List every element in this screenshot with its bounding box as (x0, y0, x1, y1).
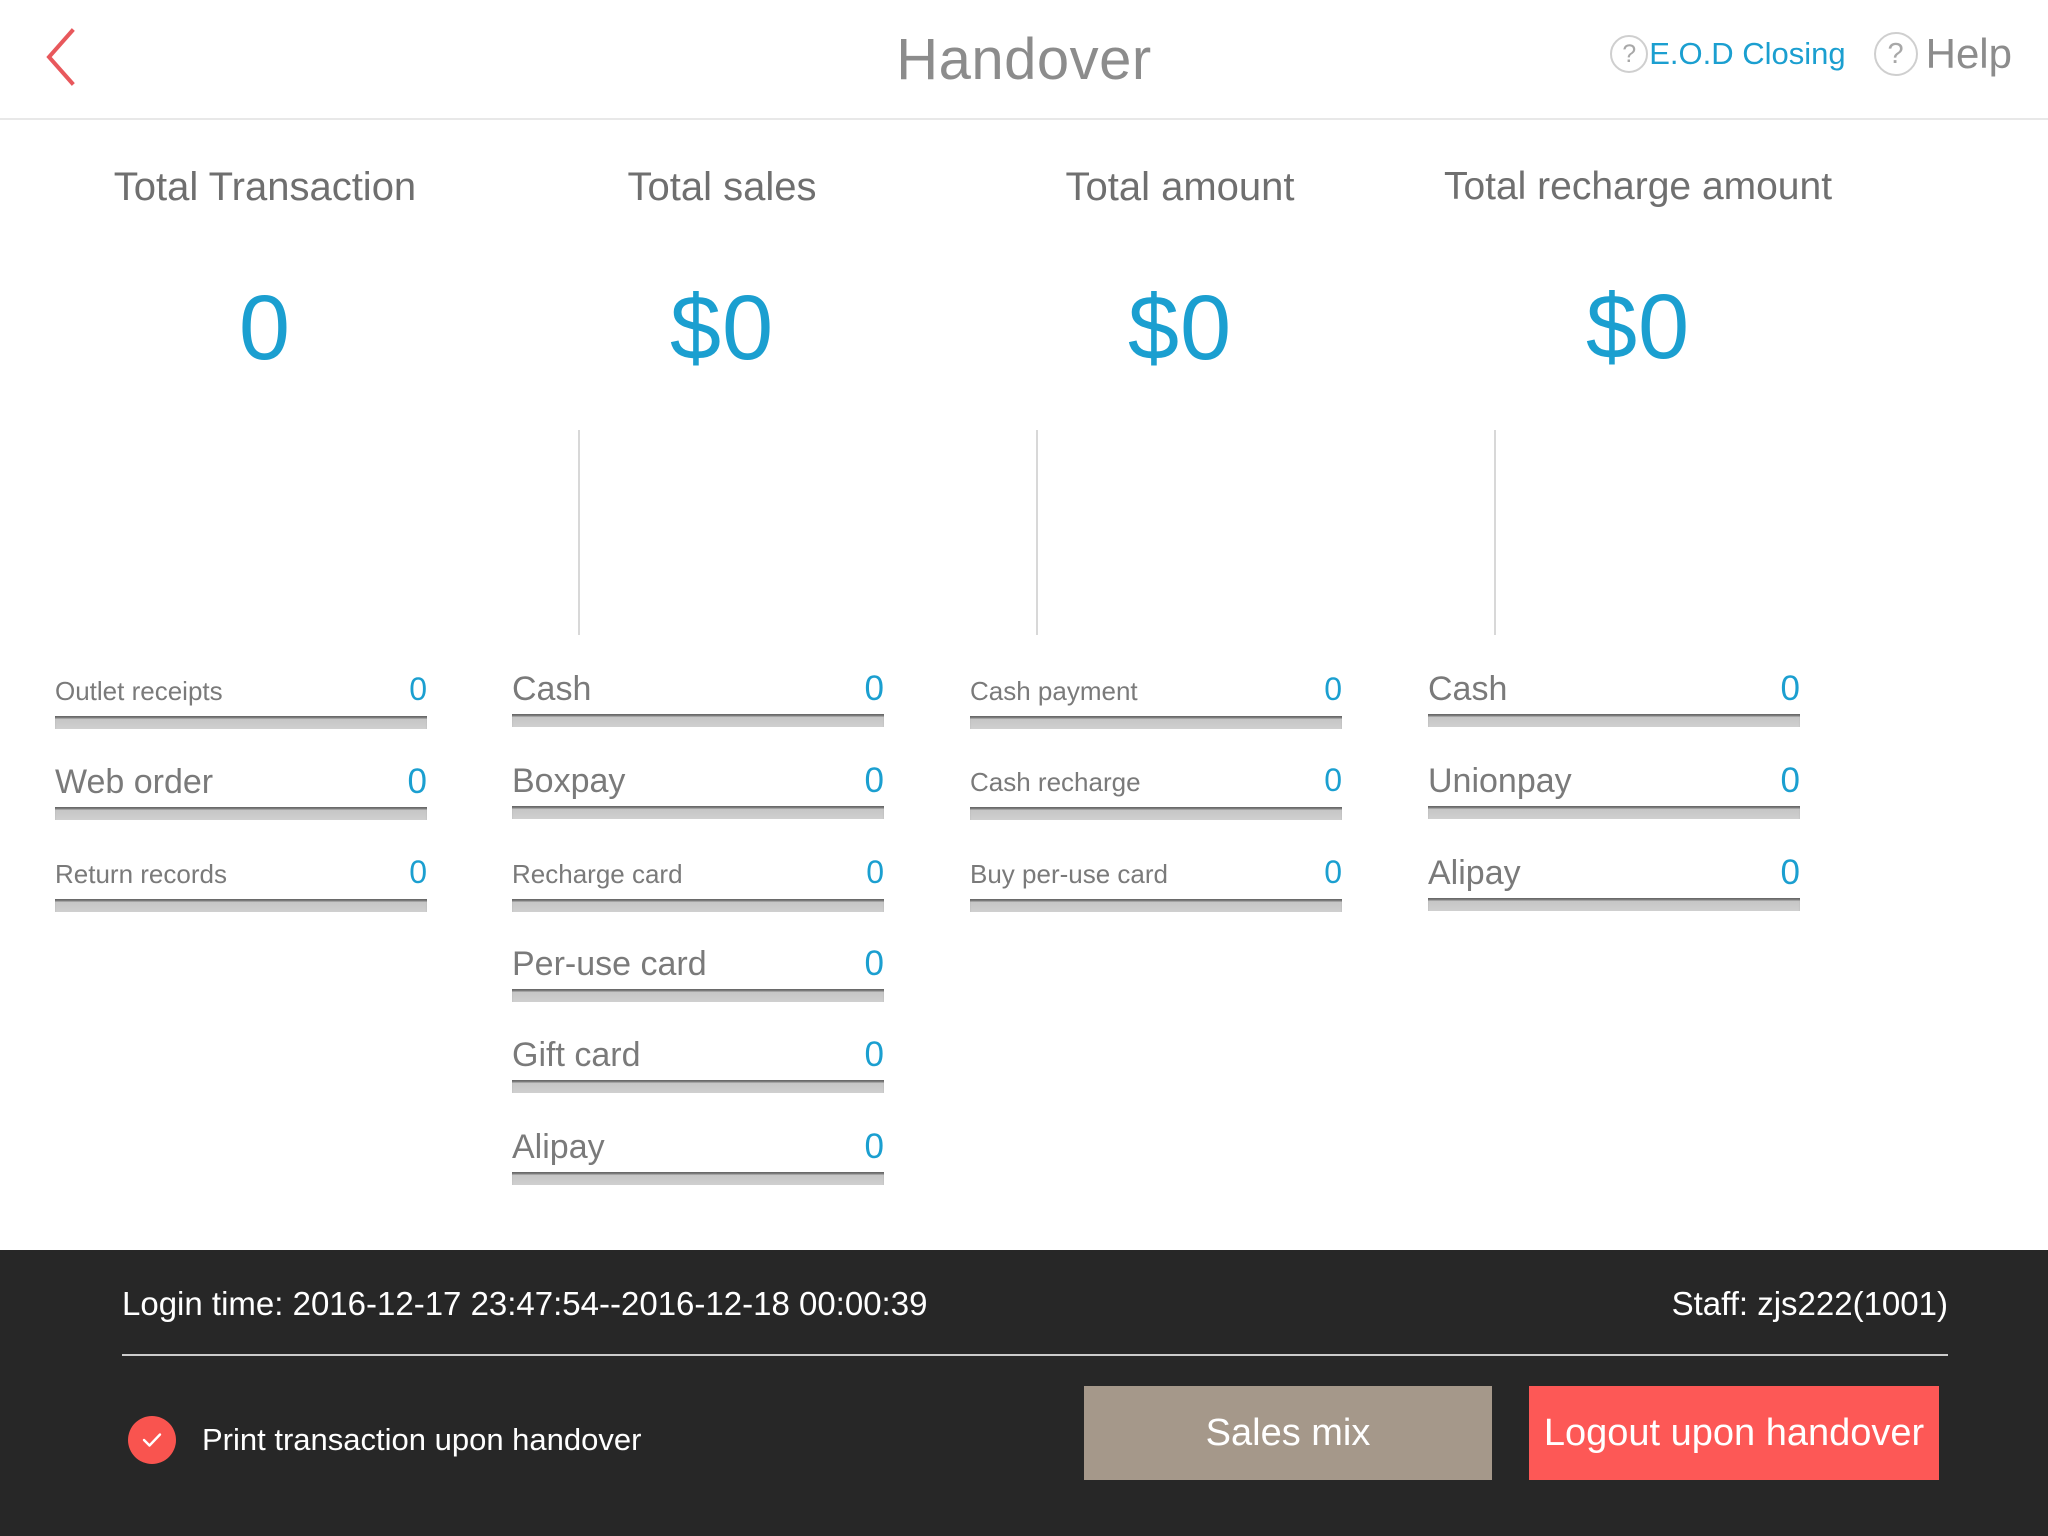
summary-row[interactable]: Unionpay 0 (1428, 761, 1800, 819)
row-label: Outlet receipts (55, 676, 223, 706)
summary-panel: Total Transaction 0 Outlet receipts 0 We… (0, 120, 2048, 1250)
row-progress-bar (55, 716, 427, 729)
check-icon (128, 1416, 176, 1464)
row-value: 0 (1780, 853, 1800, 892)
row-value: 0 (1324, 762, 1342, 798)
row-label: Web order (55, 763, 214, 801)
summary-column-total-recharge-amount: Total recharge amount $0 Cash 0 Unionpay… (1418, 120, 1858, 911)
row-value: 0 (864, 669, 884, 708)
column-title: Total sales (627, 165, 817, 209)
row-label: Alipay (1428, 854, 1521, 892)
column-title: Total Transaction (113, 165, 417, 209)
footer-actions-row: Print transaction upon handover Sales mi… (0, 1354, 2048, 1536)
column-total-value: $0 (1127, 277, 1233, 379)
print-transaction-checkbox[interactable]: Print transaction upon handover (128, 1416, 641, 1464)
row-value: 0 (864, 944, 884, 983)
eod-closing-button[interactable]: ? E.O.D Closing (1610, 35, 1846, 73)
column-divider (1494, 430, 1496, 635)
row-value: 0 (864, 761, 884, 800)
row-label: Cash recharge (970, 767, 1141, 797)
row-value: 0 (409, 671, 427, 707)
footer-bar: Login time: 2016-12-17 23:47:54--2016-12… (0, 1250, 2048, 1536)
print-transaction-label: Print transaction upon handover (202, 1422, 642, 1457)
row-label: Boxpay (512, 762, 626, 800)
row-progress-bar (512, 714, 884, 727)
app-header: Handover ? E.O.D Closing ? Help (0, 0, 2048, 120)
row-progress-bar (55, 899, 427, 912)
row-value: 0 (864, 1127, 884, 1166)
row-value: 0 (864, 1035, 884, 1074)
summary-row[interactable]: Per-use card 0 (512, 944, 884, 1002)
summary-column-total-transaction: Total Transaction 0 Outlet receipts 0 We… (45, 120, 485, 912)
row-progress-bar (512, 806, 884, 819)
row-progress-bar (512, 1080, 884, 1093)
row-label: Alipay (512, 1128, 605, 1166)
row-label: Return records (55, 859, 227, 889)
question-mark-icon: ? (1873, 32, 1918, 76)
question-mark-icon: ? (1610, 35, 1649, 73)
row-label: Unionpay (1428, 762, 1572, 800)
row-label: Recharge card (512, 859, 683, 889)
column-title: Total recharge amount (1443, 165, 1833, 208)
column-total-value: $0 (1585, 276, 1691, 378)
row-progress-bar (55, 807, 427, 820)
summary-row[interactable]: Return records 0 (55, 854, 427, 912)
row-value: 0 (1780, 669, 1800, 708)
header-actions: ? E.O.D Closing ? Help (1610, 30, 2012, 78)
row-progress-bar (512, 989, 884, 1002)
row-progress-bar (1428, 898, 1800, 911)
staff-text: Staff: zjs222(1001) (1671, 1285, 1948, 1322)
row-label: Buy per-use card (970, 859, 1168, 889)
help-label: Help (1925, 30, 2012, 77)
row-value: 0 (1324, 854, 1342, 890)
summary-row[interactable]: Cash 0 (1428, 669, 1800, 727)
row-progress-bar (512, 1172, 884, 1185)
row-progress-bar (970, 716, 1342, 729)
summary-row[interactable]: Cash payment 0 (970, 671, 1342, 729)
row-label: Cash (1428, 670, 1508, 708)
column-total-value: $0 (669, 277, 775, 379)
row-progress-bar (970, 807, 1342, 820)
summary-row[interactable]: Alipay 0 (512, 1127, 884, 1185)
summary-column-total-amount: Total amount $0 Cash payment 0 Cash rech… (960, 120, 1400, 912)
summary-row[interactable]: Cash recharge 0 (970, 762, 1342, 820)
summary-column-total-sales: Total sales $0 Cash 0 Boxpay 0 Recharge … (502, 120, 942, 1185)
summary-row[interactable]: Recharge card 0 (512, 854, 884, 912)
row-value: 0 (1780, 761, 1800, 800)
summary-row[interactable]: Cash 0 (512, 669, 884, 727)
help-button[interactable]: ? Help (1873, 30, 2012, 78)
row-label: Cash (512, 670, 592, 708)
row-value: 0 (1324, 671, 1342, 707)
column-total-value: 0 (238, 277, 292, 379)
login-time-text: Login time: 2016-12-17 23:47:54--2016-12… (122, 1285, 928, 1322)
row-label: Per-use card (512, 945, 707, 983)
row-label: Gift card (512, 1036, 641, 1074)
eod-closing-label: E.O.D Closing (1649, 36, 1846, 71)
summary-row[interactable]: Web order 0 (55, 762, 427, 820)
summary-row[interactable]: Boxpay 0 (512, 761, 884, 819)
footer-info-row: Login time: 2016-12-17 23:47:54--2016-12… (0, 1250, 2048, 1354)
summary-row[interactable]: Buy per-use card 0 (970, 854, 1342, 912)
column-title: Total amount (1065, 165, 1295, 209)
column-divider (1036, 430, 1038, 635)
row-progress-bar (512, 899, 884, 912)
sales-mix-button[interactable]: Sales mix (1084, 1386, 1492, 1480)
row-label: Cash payment (970, 676, 1138, 706)
row-value: 0 (407, 762, 427, 801)
column-divider (578, 430, 580, 635)
logout-upon-handover-button[interactable]: Logout upon handover (1529, 1386, 1939, 1480)
row-progress-bar (1428, 806, 1800, 819)
summary-row[interactable]: Alipay 0 (1428, 853, 1800, 911)
row-progress-bar (1428, 714, 1800, 727)
summary-row[interactable]: Gift card 0 (512, 1035, 884, 1093)
summary-row[interactable]: Outlet receipts 0 (55, 671, 427, 729)
row-progress-bar (970, 899, 1342, 912)
row-value: 0 (409, 854, 427, 890)
row-value: 0 (866, 854, 884, 890)
